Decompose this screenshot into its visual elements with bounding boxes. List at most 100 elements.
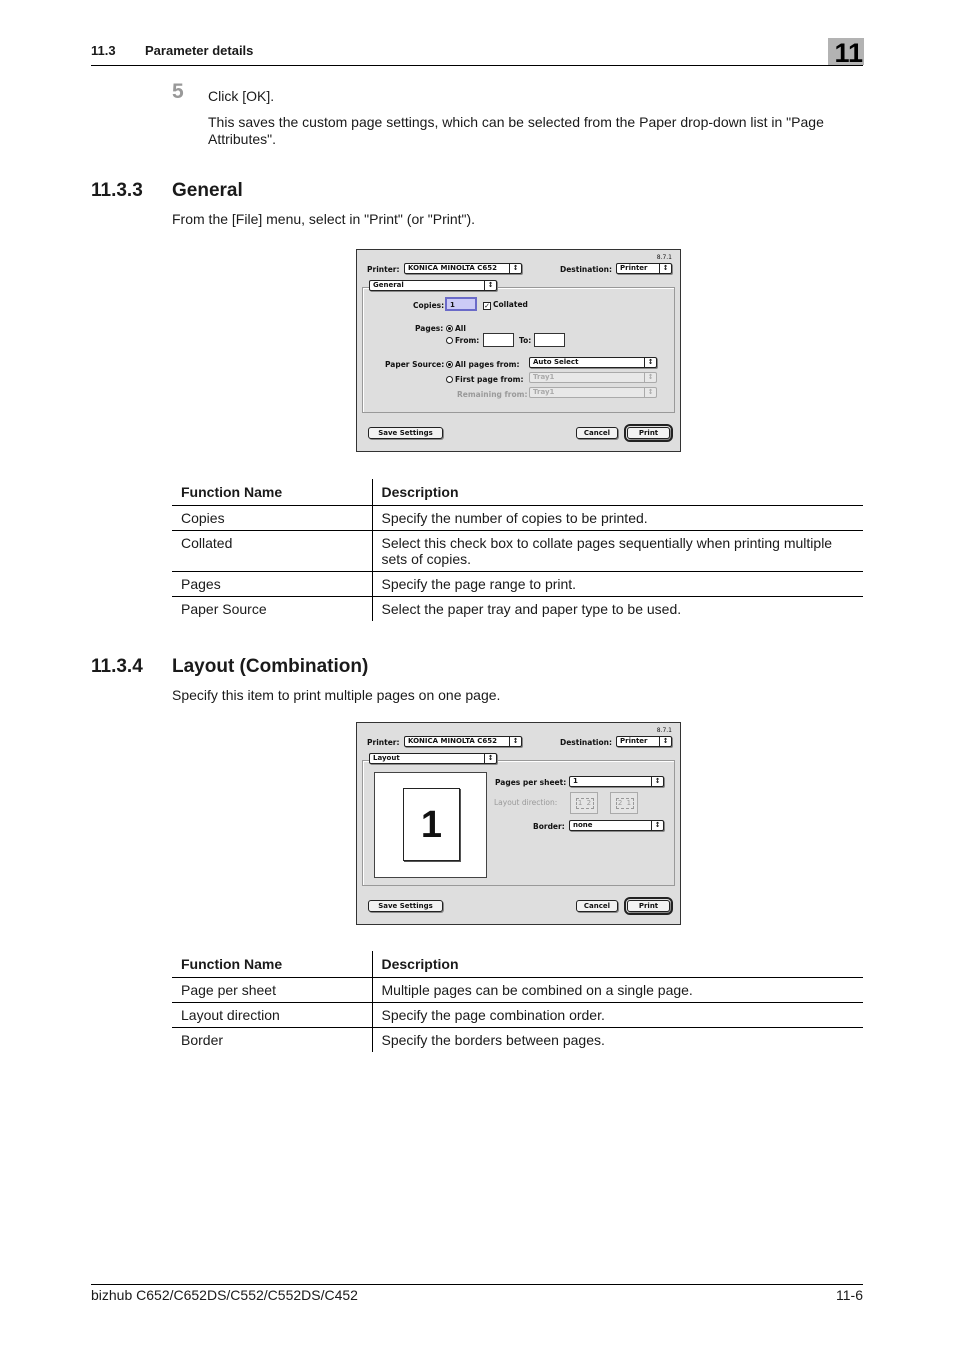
layout-order-icon: 2 1 xyxy=(616,798,634,809)
table-row: Border Specify the borders between pages… xyxy=(172,1027,863,1052)
updown-arrow-icon: ↕ xyxy=(659,264,671,273)
save-settings-button[interactable]: Save Settings xyxy=(368,427,443,439)
footer-divider xyxy=(91,1284,863,1285)
section-number: 11.3 xyxy=(91,43,116,58)
first-page-from-label: First page from: xyxy=(455,375,524,384)
general-function-table: Function Name Description Copies Specify… xyxy=(172,479,863,621)
updown-arrow-icon: ↕ xyxy=(659,737,671,746)
column-header: Function Name xyxy=(172,951,373,978)
collated-checkbox[interactable]: ✓ Collated xyxy=(483,300,528,310)
copies-input[interactable]: 1 xyxy=(445,297,477,311)
general-section-title: General xyxy=(172,180,243,201)
radio-unselected-icon xyxy=(446,376,453,383)
printer-value: KONICA MINOLTA C652 xyxy=(408,264,498,272)
function-name-cell: Copies xyxy=(172,505,373,531)
updown-arrow-icon: ↕ xyxy=(644,358,656,367)
function-name-cell: Border xyxy=(172,1027,373,1052)
function-name-cell: Page per sheet xyxy=(172,977,373,1003)
table-row: Paper Source Select the paper tray and p… xyxy=(172,596,863,621)
description-cell: Specify the page range to print. xyxy=(372,571,863,597)
layout-direction-left-to-right: 1 2 xyxy=(570,792,598,814)
save-settings-button[interactable]: Save Settings xyxy=(368,900,443,912)
table-row: Page per sheet Multiple pages can be com… xyxy=(172,977,863,1003)
pages-per-sheet-select[interactable]: 1 ↕ xyxy=(569,776,664,787)
checkmark-icon: ✓ xyxy=(483,302,491,310)
panel-value: General xyxy=(373,281,404,289)
print-button[interactable]: Print xyxy=(624,897,673,915)
function-name-cell: Pages xyxy=(172,571,373,597)
border-label: Border: xyxy=(533,822,565,831)
cancel-button[interactable]: Cancel xyxy=(576,427,618,439)
updown-arrow-icon: ↕ xyxy=(509,737,521,746)
remaining-from-label: Remaining from: xyxy=(457,390,528,399)
remaining-from-select: Tray1 ↕ xyxy=(529,387,657,398)
printer-select[interactable]: KONICA MINOLTA C652 ↕ xyxy=(404,736,522,747)
table-header-row: Function Name Description xyxy=(172,479,863,506)
destination-select[interactable]: Printer ↕ xyxy=(616,263,672,274)
pages-all-radio[interactable]: All xyxy=(446,324,466,333)
all-pages-from-select[interactable]: Auto Select ↕ xyxy=(529,357,657,368)
step-instruction: Click [OK]. xyxy=(208,88,275,104)
description-cell: Select the paper tray and paper type to … xyxy=(381,600,682,617)
version-label: 8.7.1 xyxy=(656,727,672,734)
panel-select[interactable]: General ↕ xyxy=(369,280,497,291)
table-header-row: Function Name Description xyxy=(172,951,863,978)
description-cell: Select this check box to collate pages s… xyxy=(372,530,863,572)
preview-page: 1 xyxy=(403,788,460,861)
pages-to-input[interactable] xyxy=(534,333,565,347)
updown-arrow-icon: ↕ xyxy=(644,373,656,382)
border-select[interactable]: none ↕ xyxy=(569,820,664,831)
all-pages-from-radio[interactable]: All pages from: xyxy=(446,360,519,369)
destination-label: Destination: xyxy=(560,738,612,747)
chapter-badge: 11 xyxy=(828,38,864,68)
function-name-cell: Collated xyxy=(172,530,373,572)
panel-select[interactable]: Layout ↕ xyxy=(369,753,497,764)
layout-intro: Specify this item to print multiple page… xyxy=(172,687,501,703)
updown-arrow-icon: ↕ xyxy=(644,388,656,397)
table-row: Layout direction Specify the page combin… xyxy=(172,1002,863,1028)
destination-value: Printer xyxy=(620,264,648,272)
all-pages-from-label: All pages from: xyxy=(455,360,520,369)
description-cell: Specify the borders between pages. xyxy=(381,1031,605,1048)
footer-page-number: 11-6 xyxy=(836,1287,863,1303)
column-header: Description xyxy=(372,479,863,506)
description-cell: Multiple pages can be combined on a sing… xyxy=(372,977,863,1003)
updown-arrow-icon: ↕ xyxy=(509,264,521,273)
radio-unselected-icon xyxy=(446,337,453,344)
table-row: Pages Specify the page range to print. xyxy=(172,571,863,597)
pages-from-radio[interactable]: From: xyxy=(446,336,479,345)
description-cell: Specify the page combination order. xyxy=(372,1002,863,1028)
copies-label: Copies: xyxy=(413,301,445,310)
printer-label: Printer: xyxy=(367,738,400,747)
header-divider xyxy=(91,65,863,66)
print-button[interactable]: Print xyxy=(624,424,673,442)
pages-per-sheet-label: Pages per sheet: xyxy=(495,778,567,787)
pages-from-input[interactable] xyxy=(483,333,514,347)
panel-value: Layout xyxy=(373,754,400,762)
printer-select[interactable]: KONICA MINOLTA C652 ↕ xyxy=(404,263,522,274)
pages-from-label: From: xyxy=(455,336,480,345)
first-page-from-radio[interactable]: First page from: xyxy=(446,375,523,384)
remaining-from-value: Tray1 xyxy=(533,388,555,396)
destination-label: Destination: xyxy=(560,265,612,274)
updown-arrow-icon: ↕ xyxy=(484,754,496,763)
radio-selected-icon xyxy=(446,361,453,368)
general-section-number: 11.3.3 xyxy=(91,180,143,201)
column-header: Function Name xyxy=(172,479,373,506)
section-title: Parameter details xyxy=(145,43,254,58)
printer-value: KONICA MINOLTA C652 xyxy=(408,737,498,745)
version-label: 8.7.1 xyxy=(656,254,672,261)
printer-label: Printer: xyxy=(367,265,400,274)
updown-arrow-icon: ↕ xyxy=(651,777,663,786)
pages-per-sheet-value: 1 xyxy=(573,777,578,785)
cancel-button[interactable]: Cancel xyxy=(576,900,618,912)
layout-section-title: Layout (Combination) xyxy=(172,656,369,677)
layout-preview: 1 xyxy=(374,772,487,878)
layout-order-icon: 1 2 xyxy=(576,798,594,809)
function-name-cell: Layout direction xyxy=(172,1002,373,1028)
step-note: This saves the custom page settings, whi… xyxy=(208,114,824,147)
destination-value: Printer xyxy=(620,737,648,745)
column-header: Description xyxy=(372,951,863,978)
all-pages-from-value: Auto Select xyxy=(533,358,579,366)
destination-select[interactable]: Printer ↕ xyxy=(616,736,672,747)
